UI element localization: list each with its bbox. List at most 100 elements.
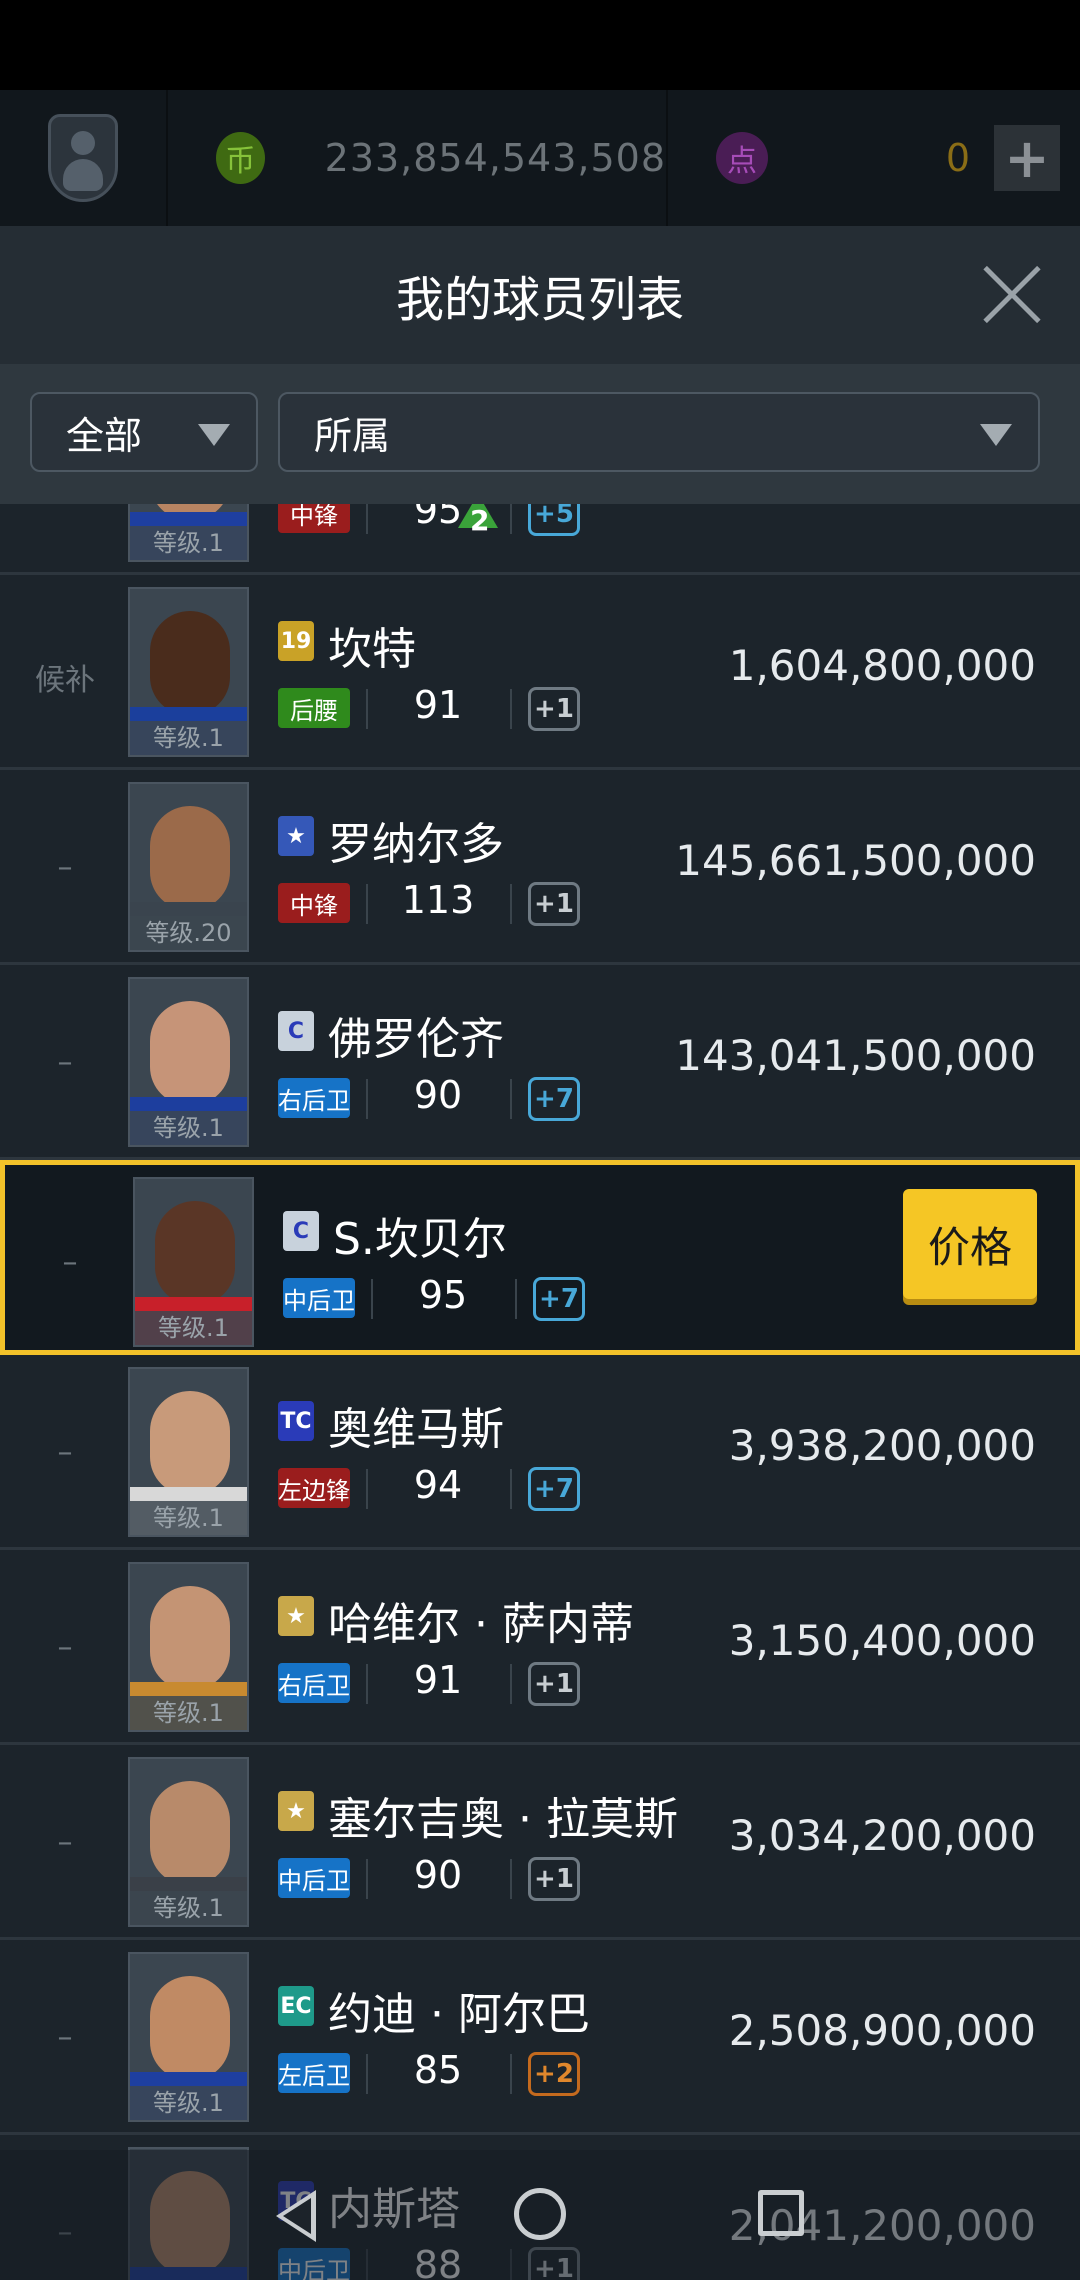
divider (366, 1469, 368, 1509)
player-name: 罗纳尔多 (328, 819, 504, 870)
player-face (150, 611, 230, 715)
position-tag: 左边锋 (278, 1468, 350, 1508)
player-face (150, 1001, 230, 1105)
player-name: 佛罗伦齐 (328, 1014, 504, 1065)
recents-icon[interactable] (758, 2190, 804, 2236)
system-nav-bar (0, 2150, 1080, 2280)
enhance-level-tag: +5 (528, 504, 580, 536)
season-badge-icon: TC (278, 1401, 314, 1441)
back-icon[interactable] (276, 2190, 316, 2242)
player-portrait: 等级.1 (128, 1562, 249, 1732)
player-portrait: 等级.1 (128, 1757, 249, 1927)
player-name: 塞尔吉奥 · 拉莫斯 (328, 1794, 678, 1845)
profile-avatar-button[interactable] (0, 90, 168, 226)
season-badge-icon: C (283, 1211, 319, 1251)
season-badge-icon: ★ (278, 1791, 314, 1831)
player-price: 2,508,900,000 (728, 2006, 1036, 2055)
player-list[interactable]: 候补 等级.1 路易斯 · 阿亚拉斯中锋952+53,304,500,000候补… (0, 504, 1080, 2280)
divider (510, 1079, 512, 1119)
player-name: 奥维马斯 (328, 1404, 504, 1455)
chevron-down-icon (198, 424, 230, 446)
divider (366, 1859, 368, 1899)
season-badge-icon: EC (278, 1986, 314, 2026)
player-ovr: 85 (413, 2048, 463, 2092)
player-row[interactable]: – 等级.20 ★ 罗纳尔多 中锋 113 +1 145,661,500,000 (0, 770, 1080, 965)
divider (510, 1664, 512, 1704)
player-row[interactable]: – 等级.1 ★ 塞尔吉奥 · 拉莫斯 中后卫 90 +1 3,034,200,000 (0, 1745, 1080, 1940)
divider (510, 1859, 512, 1899)
coin-balance: 币 233,854,543,508 (168, 90, 668, 226)
season-badge-icon: 19 (278, 621, 314, 661)
player-status: – (57, 1825, 73, 1860)
player-row[interactable]: – 等级.1 C 佛罗伦齐 右后卫 90 +7 143,041,500,000 (0, 965, 1080, 1160)
player-status: – (62, 1245, 78, 1280)
boost-value: 2 (470, 504, 490, 537)
player-name: S.坎贝尔 (333, 1214, 507, 1265)
player-status: – (57, 1630, 73, 1665)
home-icon[interactable] (514, 2188, 566, 2240)
player-row[interactable]: – 等级.1 EC 约迪 · 阿尔巴左后卫 85 +2 2,508,900,000 (0, 1940, 1080, 2135)
player-portrait: 等级.1 (128, 1367, 249, 1537)
player-name: 约迪 · 阿尔巴 (328, 1989, 590, 2040)
enhance-level-tag: +1 (528, 882, 580, 926)
filter-belong-label: 所属 (314, 413, 391, 458)
divider (510, 884, 512, 924)
player-price: 145,661,500,000 (675, 836, 1036, 885)
player-level: 等级.1 (130, 1696, 247, 1730)
season-badge-icon: C (278, 1011, 314, 1051)
player-price: 3,938,200,000 (728, 1421, 1036, 1470)
position-tag: 右后卫 (278, 1663, 350, 1703)
player-list-content: 候补 等级.1 路易斯 · 阿亚拉斯中锋952+53,304,500,000候补… (0, 504, 1080, 2280)
enhance-level-tag: +7 (533, 1277, 585, 1321)
player-row[interactable]: 候补 等级.1 路易斯 · 阿亚拉斯中锋952+53,304,500,000 (0, 504, 1080, 575)
player-row[interactable]: – 等级.1 TC 奥维马斯 左边锋 94 +7 3,938,200,000 (0, 1355, 1080, 1550)
position-tag: 左后卫 (278, 2053, 350, 2093)
player-level: 等级.1 (130, 721, 247, 755)
divider (510, 1469, 512, 1509)
price-button[interactable]: 价格 (903, 1189, 1037, 1299)
divider (366, 884, 368, 924)
filter-bar: 全部 所属 (0, 364, 1080, 504)
player-status: – (57, 2020, 73, 2055)
enhance-level-tag: +2 (528, 2052, 580, 2096)
player-ovr: 91 (413, 1658, 463, 1702)
player-row[interactable]: 候补 等级.1 19 坎特 后腰 91 +1 1,604,800,000 (0, 575, 1080, 770)
player-row[interactable]: – 等级.1 C S.坎贝尔中后卫 95 +7 价格 (0, 1160, 1080, 1355)
position-tag: 右后卫 (278, 1078, 350, 1118)
divider (515, 1279, 517, 1319)
player-status: 候补 (35, 663, 95, 698)
player-row[interactable]: – 等级.1 ★ 哈维尔 · 萨内蒂 右后卫 91 +1 3,150,400,000 (0, 1550, 1080, 1745)
player-face (150, 1391, 230, 1495)
close-button[interactable] (980, 262, 1044, 326)
enhance-level-tag: +7 (528, 1077, 580, 1121)
chevron-down-icon (980, 424, 1012, 446)
filter-all-dropdown[interactable]: 全部 (30, 392, 258, 472)
player-ovr: 90 (413, 1853, 463, 1897)
filter-belong-dropdown[interactable]: 所属 (278, 392, 1040, 472)
player-portrait: 等级.1 (128, 1952, 249, 2122)
player-face (150, 1976, 230, 2080)
player-portrait: 等级.1 (133, 1177, 254, 1347)
position-tag: 中锋 (278, 883, 350, 923)
player-level: 等级.1 (130, 2086, 247, 2120)
player-face (150, 806, 230, 910)
player-price: 143,041,500,000 (675, 1031, 1036, 1080)
player-price: 3,150,400,000 (728, 1616, 1036, 1665)
player-level: 等级.1 (135, 1311, 252, 1345)
player-ovr: 95 (418, 1273, 468, 1317)
season-badge-icon: ★ (278, 1596, 314, 1636)
player-name: 坎特 (328, 624, 416, 675)
divider (510, 689, 512, 729)
position-tag: 中后卫 (283, 1278, 355, 1318)
player-level: 等级.1 (130, 1501, 247, 1535)
point-value: 0 (945, 136, 970, 180)
add-points-button[interactable]: + (994, 125, 1060, 191)
player-level: 等级.1 (130, 1111, 247, 1145)
player-portrait: 等级.1 (128, 504, 249, 562)
player-ovr: 94 (413, 1463, 463, 1507)
avatar-icon (48, 114, 118, 202)
player-price: 1,604,800,000 (728, 641, 1036, 690)
player-face (150, 1781, 230, 1885)
player-ovr: 90 (413, 1073, 463, 1117)
player-level: 等级.20 (130, 916, 247, 950)
